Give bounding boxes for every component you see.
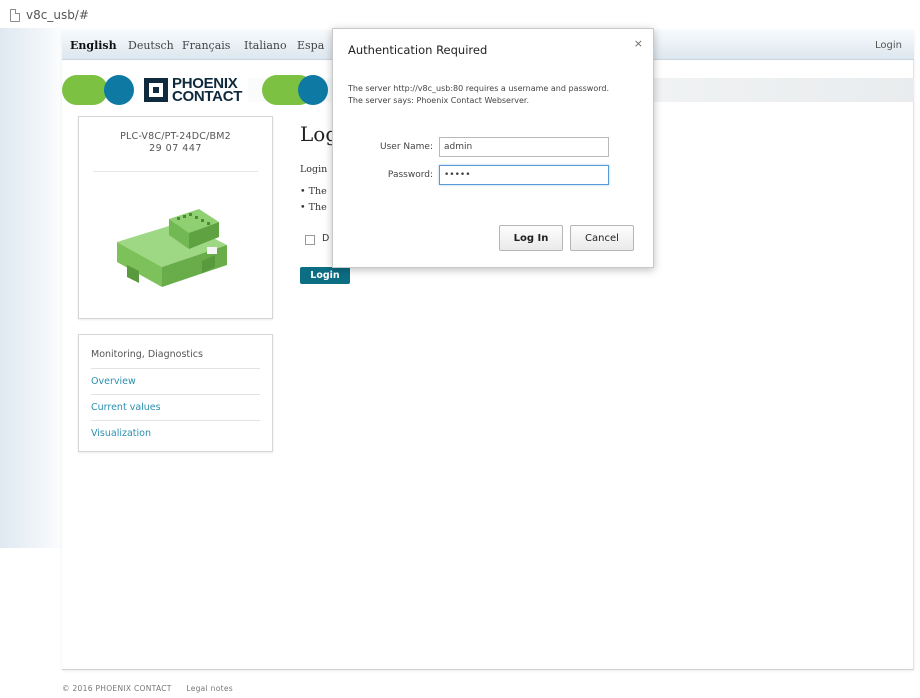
language-italiano[interactable]: Italiano — [244, 39, 287, 52]
brand-blue-dot — [104, 75, 134, 105]
remember-checkbox-label: D — [322, 233, 330, 244]
footer-copyright: © 2016 PHOENIX CONTACT — [62, 684, 172, 693]
close-icon[interactable]: × — [634, 37, 643, 50]
divider — [93, 171, 258, 172]
login-lead-text: Login — [300, 164, 328, 175]
cancel-button[interactable]: Cancel — [570, 225, 634, 251]
language-deutsch[interactable]: Deutsch — [128, 39, 174, 52]
header-login-link[interactable]: Login — [875, 40, 902, 51]
nav-item-current-values[interactable]: Current values — [91, 402, 161, 413]
nav-heading: Monitoring, Diagnostics — [91, 349, 203, 360]
browser-tab[interactable]: v8c_usb/# — [10, 6, 89, 24]
device-name: PLC-V8C/PT-24DC/BM2 — [120, 131, 231, 142]
auth-dialog: Authentication Required × The server htt… — [332, 28, 654, 268]
language-espanol[interactable]: Espa — [297, 39, 324, 52]
phoenix-logo-mark-icon — [144, 78, 168, 102]
divider — [91, 368, 260, 369]
device-card: PLC-V8C/PT-24DC/BM2 29 07 447 — [78, 116, 273, 319]
divider — [91, 420, 260, 421]
device-id: 29 07 447 — [149, 143, 202, 154]
logo-line-2: CONTACT — [172, 88, 243, 105]
browser-tab-title: v8c_usb/# — [26, 8, 89, 22]
plc-device-image — [117, 209, 227, 287]
nav-item-visualization[interactable]: Visualization — [91, 428, 151, 439]
log-in-button[interactable]: Log In — [499, 225, 563, 251]
dialog-title: Authentication Required — [348, 43, 488, 57]
nav-item-overview[interactable]: Overview — [91, 376, 136, 387]
password-label: Password: — [387, 170, 433, 180]
footer: © 2016 PHOENIX CONTACT Legal notes — [62, 684, 245, 693]
password-field[interactable] — [439, 165, 609, 185]
remember-checkbox[interactable] — [305, 235, 315, 245]
username-field[interactable] — [439, 137, 609, 157]
document-icon — [10, 8, 20, 22]
page-login-button[interactable]: Login — [300, 267, 350, 284]
language-francais[interactable]: Français — [182, 39, 230, 52]
footer-legal-notes-link[interactable]: Legal notes — [186, 684, 233, 693]
language-english[interactable]: English — [70, 39, 117, 52]
page-background — [0, 28, 68, 548]
login-bullet-1: • The — [300, 186, 327, 197]
username-label: User Name: — [380, 142, 433, 152]
brand-blue-dot-2 — [298, 75, 328, 105]
brand-green-pill — [62, 75, 108, 105]
phoenix-contact-logo: PHOENIX CONTACT — [138, 76, 249, 105]
navigation-card: Monitoring, Diagnostics Overview Current… — [78, 334, 273, 452]
divider — [91, 394, 260, 395]
login-bullet-2: • The — [300, 202, 327, 213]
dialog-message: The server http://v8c_usb:80 requires a … — [348, 84, 610, 105]
